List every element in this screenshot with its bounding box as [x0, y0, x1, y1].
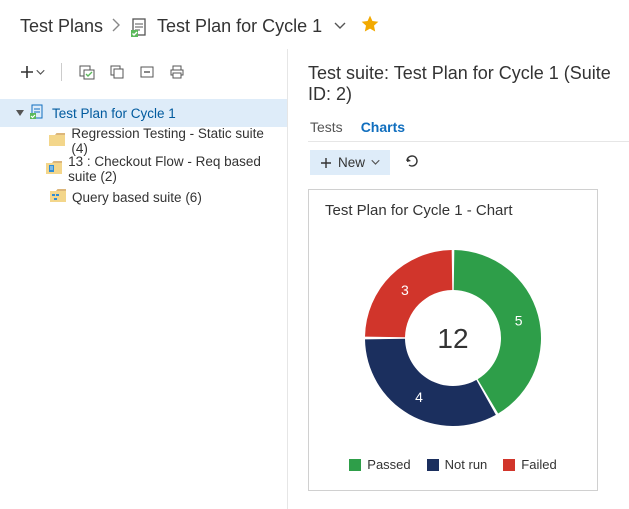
tree-toolbar	[0, 49, 287, 95]
print-icon[interactable]	[164, 59, 190, 85]
legend-item: Failed	[503, 457, 556, 472]
legend-item: Not run	[427, 457, 488, 472]
tab-charts[interactable]: Charts	[361, 113, 405, 141]
folder-icon	[49, 133, 65, 149]
req-suite-icon	[46, 161, 62, 177]
legend-item: Passed	[349, 457, 410, 472]
chart-slice	[365, 339, 496, 426]
tree-pane: Test Plan for Cycle 1 Regression Testing…	[0, 49, 288, 509]
suite-tree: Test Plan for Cycle 1 Regression Testing…	[0, 95, 287, 215]
tree-node-label: 13 : Checkout Flow - Req based suite (2)	[68, 154, 279, 184]
tree-node[interactable]: 13 : Checkout Flow - Req based suite (2)	[0, 155, 287, 183]
export-icon[interactable]	[104, 59, 130, 85]
chart-card: Test Plan for Cycle 1 - Chart 5 4 3 12 Pass…	[308, 189, 598, 491]
breadcrumb: Test Plans Test Plan for Cycle 1	[0, 0, 629, 49]
legend-swatch	[427, 459, 439, 471]
new-button[interactable]: New	[310, 150, 390, 175]
chart-center-total: 12	[437, 323, 468, 354]
chart-slice-label: 5	[515, 312, 523, 328]
legend-swatch	[349, 459, 361, 471]
query-suite-icon	[50, 189, 66, 205]
favorite-star-icon[interactable]	[360, 14, 380, 39]
tree-root-node[interactable]: Test Plan for Cycle 1	[0, 99, 287, 127]
legend-label: Failed	[521, 457, 556, 472]
tree-node[interactable]: Regression Testing - Static suite (4)	[0, 127, 287, 155]
add-button[interactable]	[16, 59, 49, 85]
collapse-icon[interactable]	[134, 59, 160, 85]
legend-swatch	[503, 459, 515, 471]
chart-slice-label: 3	[401, 282, 409, 298]
plus-icon	[320, 157, 332, 169]
test-plan-icon	[30, 104, 46, 123]
tree-node-label: Regression Testing - Static suite (4)	[71, 126, 279, 156]
chevron-down-icon[interactable]	[334, 16, 346, 37]
legend-label: Passed	[367, 457, 410, 472]
chevron-down-icon	[371, 158, 380, 167]
tree-node[interactable]: Query based suite (6)	[0, 183, 287, 211]
chart-slice-label: 4	[415, 389, 423, 405]
test-plan-icon	[129, 16, 149, 37]
donut-chart: 5 4 3 12	[348, 233, 558, 443]
detail-pane: Test suite: Test Plan for Cycle 1 (Suite…	[288, 49, 629, 509]
tree-root-label: Test Plan for Cycle 1	[52, 106, 176, 121]
suite-title: Test suite: Test Plan for Cycle 1 (Suite…	[308, 63, 629, 105]
legend-label: Not run	[445, 457, 488, 472]
chart-title: Test Plan for Cycle 1 - Chart	[309, 202, 597, 225]
tab-bar: Tests Charts	[308, 113, 629, 142]
chevron-right-icon	[111, 16, 121, 37]
tab-tests[interactable]: Tests	[310, 113, 343, 141]
tree-node-label: Query based suite (6)	[72, 190, 202, 205]
show-tests-icon[interactable]	[74, 59, 100, 85]
expand-caret-icon[interactable]	[16, 109, 24, 117]
refresh-icon[interactable]	[404, 153, 420, 172]
breadcrumb-plan[interactable]: Test Plan for Cycle 1	[157, 16, 322, 37]
new-button-label: New	[338, 155, 365, 170]
breadcrumb-root[interactable]: Test Plans	[20, 16, 103, 37]
chart-legend: Passed Not run Failed	[309, 457, 597, 472]
